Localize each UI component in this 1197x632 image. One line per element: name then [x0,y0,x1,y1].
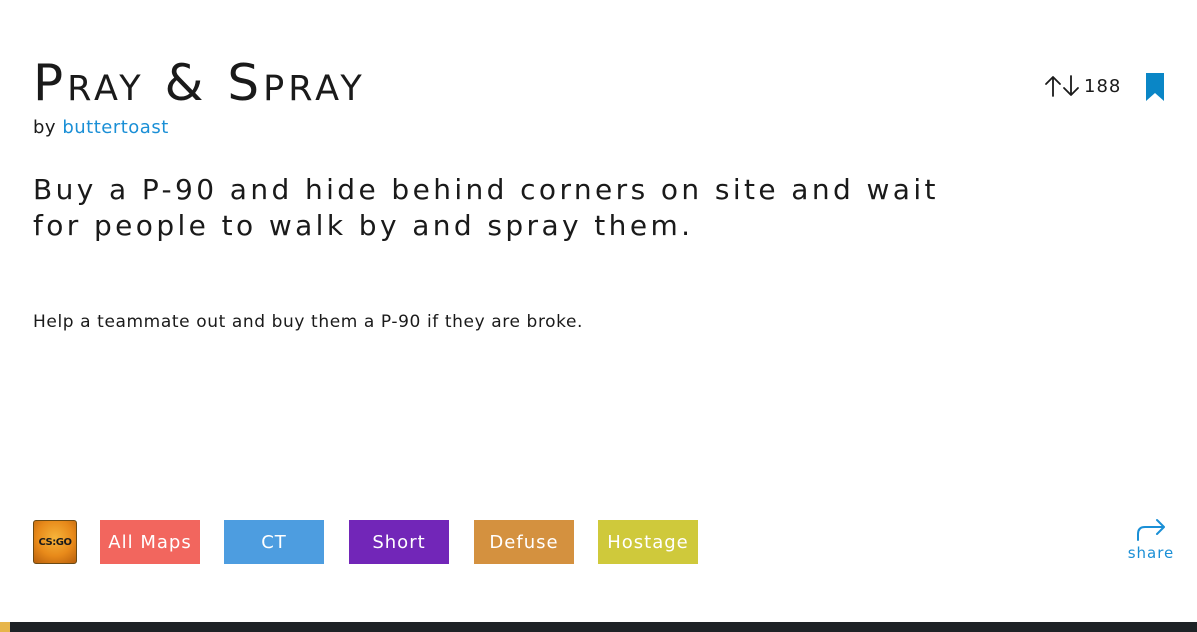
tag-ct[interactable]: CT [224,520,324,564]
footer-accent [0,622,10,632]
bookmark-icon[interactable] [1145,73,1165,101]
share-label: share [1127,544,1175,562]
tag-all-maps[interactable]: All Maps [100,520,200,564]
strategy-tip: Help a teammate out and buy them a P-90 … [33,312,584,332]
arrow-up-icon[interactable] [1044,74,1062,98]
footer-bar [10,622,1197,632]
share-arrow-icon [1126,516,1176,542]
tag-short[interactable]: Short [349,520,449,564]
tag-defuse[interactable]: Defuse [474,520,574,564]
vote-widget: 188 [1044,72,1121,100]
tag-hostage[interactable]: Hostage [598,520,698,564]
share-button[interactable]: share [1126,516,1176,570]
csgo-icon: CS:GO [33,520,77,564]
strategy-page: Pray & Spray by buttertoast 188 Buy a P-… [0,0,1197,632]
arrow-down-icon[interactable] [1062,74,1080,98]
byline: by buttertoast [33,116,169,140]
strategy-description: Buy a P-90 and hide behind corners on si… [33,173,939,242]
strategy-title: Pray & Spray [33,54,366,112]
vote-count: 188 [1084,75,1122,97]
author-link[interactable]: buttertoast [62,117,168,138]
by-label: by [33,117,57,138]
